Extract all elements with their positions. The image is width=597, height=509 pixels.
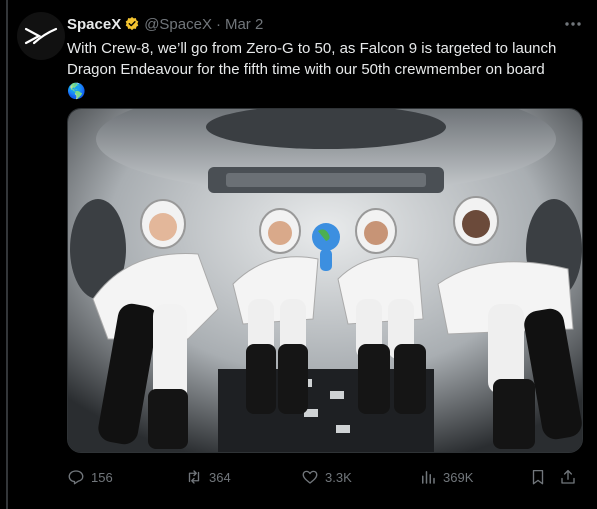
reply-button[interactable]: 156	[67, 468, 185, 486]
globe-emoji: 🌎	[67, 83, 86, 100]
heart-icon	[302, 470, 318, 484]
share-icon	[561, 469, 575, 484]
tweet-date[interactable]: Mar 2	[225, 16, 263, 33]
spacex-logo-icon	[24, 27, 58, 45]
bookmark-button[interactable]	[529, 468, 559, 486]
verified-badge-icon	[125, 17, 139, 31]
reply-count: 156	[91, 469, 113, 485]
tweet-header: SpaceX @SpaceX · Mar 2	[67, 14, 263, 34]
tweet-text: With Crew-8, we’ll go from Zero-G to 50,…	[67, 38, 587, 102]
tweet-body: With Crew-8, we’ll go from Zero-G to 50,…	[67, 40, 557, 78]
tweet-media-photo[interactable]	[67, 108, 583, 453]
crew-photo	[68, 109, 582, 452]
separator-dot: ·	[215, 15, 221, 33]
repost-icon	[188, 470, 200, 484]
bookmark-icon	[532, 469, 544, 485]
avatar[interactable]	[17, 12, 65, 60]
views-icon	[422, 471, 435, 484]
author-handle[interactable]: @SpaceX	[144, 16, 212, 33]
more-icon	[565, 22, 581, 26]
reply-icon	[68, 470, 84, 485]
tweet-actions: 156 364 3.3K 369K	[67, 465, 587, 489]
like-count: 3.3K	[325, 469, 352, 485]
views-button[interactable]: 369K	[419, 468, 529, 486]
repost-count: 364	[209, 469, 231, 485]
thread-line	[6, 0, 8, 509]
more-button[interactable]	[561, 14, 585, 34]
repost-button[interactable]: 364	[185, 468, 301, 486]
author-name[interactable]: SpaceX	[67, 16, 121, 33]
views-count: 369K	[443, 469, 474, 485]
share-button[interactable]	[559, 468, 583, 486]
like-button[interactable]: 3.3K	[301, 468, 419, 486]
